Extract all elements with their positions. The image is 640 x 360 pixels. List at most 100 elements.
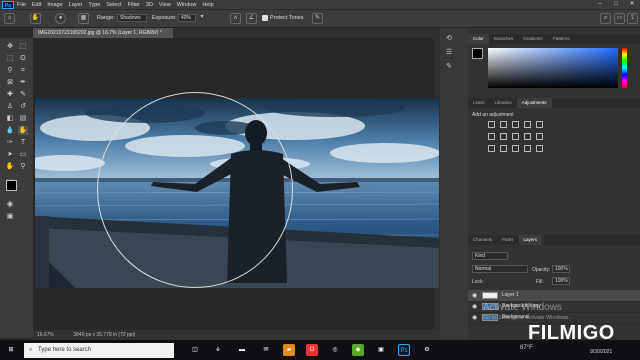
invert-adjustment-icon[interactable]: [488, 145, 495, 152]
tab-layers[interactable]: Layers: [518, 235, 543, 245]
menu-window[interactable]: Window: [177, 2, 197, 8]
move-tool-icon[interactable]: ✥: [5, 42, 15, 51]
history-panel-icon[interactable]: ⟲: [444, 34, 454, 43]
lasso-tool-icon[interactable]: ʘ: [18, 54, 28, 63]
artboard-tool-icon[interactable]: ⬚: [18, 42, 28, 51]
tab-patterns[interactable]: Patterns: [548, 34, 575, 44]
color-field[interactable]: [488, 48, 618, 88]
menu-3d[interactable]: 3D: [146, 2, 153, 8]
threshold-adjustment-icon[interactable]: [512, 145, 519, 152]
exposure-adjustment-icon[interactable]: [524, 121, 531, 128]
brightness-adjustment-icon[interactable]: [488, 121, 495, 128]
airbrush-icon[interactable]: ʌ: [230, 13, 241, 24]
pen-tool-icon[interactable]: ✑: [5, 138, 15, 147]
menu-layer[interactable]: Layer: [69, 2, 83, 8]
menu-filter[interactable]: Filter: [128, 2, 140, 8]
tab-color[interactable]: Color: [468, 34, 489, 44]
blend-mode-select[interactable]: Normal: [472, 265, 528, 273]
frame-tool-icon[interactable]: ⊠: [5, 78, 15, 87]
eraser-tool-icon[interactable]: ◧: [5, 114, 15, 123]
exposure-chevron-icon[interactable]: ▾: [198, 13, 206, 24]
foreground-color-swatch[interactable]: [6, 180, 17, 191]
protect-tones-checkbox[interactable]: [262, 15, 268, 21]
zoom-tool-icon[interactable]: ⚲: [18, 162, 28, 171]
photoshop-logo-icon[interactable]: Ps: [2, 0, 14, 9]
photoshop-taskbar-icon[interactable]: Ps: [398, 344, 410, 356]
quick-select-tool-icon[interactable]: ⚲: [5, 66, 15, 75]
pressure-size-icon[interactable]: ✎: [312, 13, 323, 24]
layer-filter-kind-select[interactable]: Kind: [472, 252, 508, 260]
tab-learn[interactable]: Learn: [468, 98, 490, 108]
quick-mask-icon[interactable]: ◉: [5, 200, 15, 209]
blur-tool-icon[interactable]: 💧: [5, 126, 15, 135]
color-panel-foreground-swatch[interactable]: [472, 48, 483, 59]
visibility-eye-icon[interactable]: ◉: [472, 314, 477, 321]
minimize-icon[interactable]: –: [592, 0, 608, 9]
mail-app-icon[interactable]: ✉: [260, 344, 272, 356]
weather-temperature[interactable]: 87°F: [520, 345, 533, 351]
range-select[interactable]: Shadows: [117, 14, 147, 22]
close-icon[interactable]: ✕: [624, 0, 640, 9]
menu-file[interactable]: File: [17, 2, 26, 8]
share-icon[interactable]: ⇪: [627, 13, 638, 24]
windows-start-icon[interactable]: ⊞: [5, 344, 17, 356]
tab-adjustments[interactable]: Adjustments: [516, 98, 552, 108]
rectangle-tool-icon[interactable]: ▭: [18, 150, 28, 159]
brush-size-icon[interactable]: ●: [55, 13, 66, 24]
hand-tool-icon[interactable]: ✋: [5, 162, 15, 171]
marquee-tool-icon[interactable]: ⬚: [5, 54, 15, 63]
tab-swatches[interactable]: Swatches: [489, 34, 519, 44]
visibility-eye-icon[interactable]: ◉: [472, 303, 477, 310]
tab-gradients[interactable]: Gradients: [518, 34, 548, 44]
tab-paths[interactable]: Paths: [497, 235, 519, 245]
settings-app-icon[interactable]: ⚙: [421, 344, 433, 356]
selective-color-adjustment-icon[interactable]: [536, 145, 543, 152]
tab-libraries[interactable]: Libraries: [490, 98, 517, 108]
menu-edit[interactable]: Edit: [32, 2, 41, 8]
fill-input[interactable]: 100%: [552, 277, 570, 285]
photo-filter-adjustment-icon[interactable]: [524, 133, 531, 140]
folder-app-icon[interactable]: ▰: [283, 344, 295, 356]
exposure-input[interactable]: 40%: [178, 14, 196, 22]
search-icon[interactable]: ⌕: [600, 13, 611, 24]
store-app-icon[interactable]: ▣: [375, 344, 387, 356]
type-tool-icon[interactable]: T: [18, 138, 28, 147]
eyedropper-tool-icon[interactable]: ✒: [18, 78, 28, 87]
vibrance-adjustment-icon[interactable]: [536, 121, 543, 128]
green-app-icon[interactable]: ◆: [352, 344, 364, 356]
taskbar-search-box[interactable]: ⌕ Type here to search: [24, 343, 174, 358]
menu-image[interactable]: Image: [47, 2, 62, 8]
screen-mode-icon[interactable]: ▣: [5, 212, 15, 221]
angle-icon[interactable]: ∠: [246, 13, 257, 24]
hue-saturation-adjustment-icon[interactable]: [488, 133, 495, 140]
posterize-adjustment-icon[interactable]: [500, 145, 507, 152]
brush-settings-icon[interactable]: ▦: [78, 13, 89, 24]
clone-stamp-tool-icon[interactable]: ♙: [5, 102, 15, 111]
opera-app-icon[interactable]: O: [306, 344, 318, 356]
document-tab[interactable]: IMG20210723165202.jpg @ 16.7% (Layer 1, …: [33, 28, 173, 38]
burn-tool-icon[interactable]: ✋: [18, 126, 28, 135]
tab-channels[interactable]: Channels: [468, 235, 497, 245]
edge-app-icon[interactable]: e: [212, 344, 224, 356]
visibility-eye-icon[interactable]: ◉: [472, 292, 477, 299]
brush-tool-icon[interactable]: ✎: [18, 90, 28, 99]
burn-tool-preset-icon[interactable]: ✋: [30, 13, 41, 24]
home-icon[interactable]: ⌂: [4, 13, 15, 24]
chrome-app-icon[interactable]: ◎: [329, 344, 341, 356]
path-select-tool-icon[interactable]: ➤: [5, 150, 15, 159]
hue-slider[interactable]: [622, 48, 627, 88]
curves-adjustment-icon[interactable]: [512, 121, 519, 128]
maximize-icon[interactable]: □: [608, 0, 624, 9]
crop-tool-icon[interactable]: ⌗: [18, 66, 28, 75]
history-brush-tool-icon[interactable]: ↺: [18, 102, 28, 111]
file-explorer-icon[interactable]: ▬: [236, 344, 248, 356]
gradient-tool-icon[interactable]: ▤: [18, 114, 28, 123]
taskbar-date[interactable]: 9/30/2021: [590, 349, 612, 355]
menu-help[interactable]: Help: [202, 2, 213, 8]
black-white-adjustment-icon[interactable]: [512, 133, 519, 140]
workspace-icon[interactable]: ▭: [614, 13, 625, 24]
healing-brush-tool-icon[interactable]: ✚: [5, 90, 15, 99]
opacity-input[interactable]: 100%: [552, 265, 570, 273]
color-balance-adjustment-icon[interactable]: [500, 133, 507, 140]
gradient-map-adjustment-icon[interactable]: [524, 145, 531, 152]
